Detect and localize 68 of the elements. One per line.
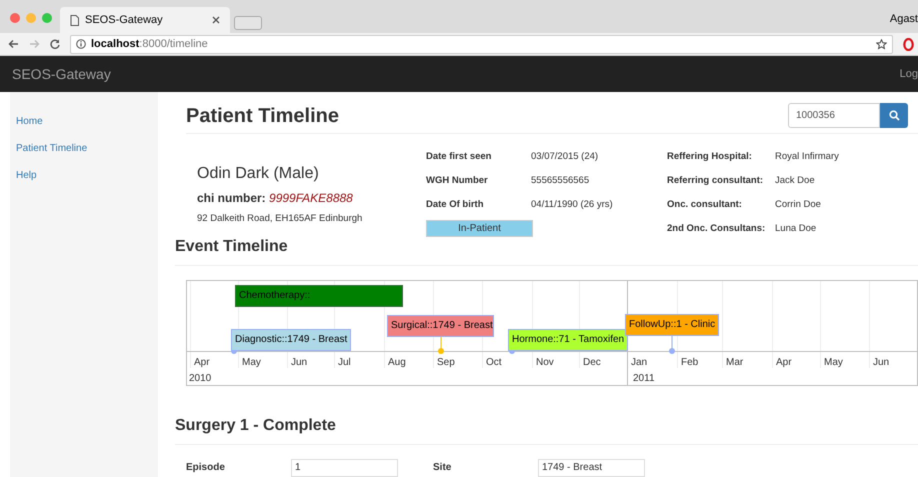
- search-field[interactable]: 1000356: [788, 103, 880, 128]
- month-label: Apr: [776, 356, 792, 370]
- month-label: Dec: [583, 356, 601, 370]
- referral-value: Corrin Doe: [775, 198, 821, 212]
- referral-label: Referring consultant:: [667, 174, 764, 188]
- address-field[interactable]: localhost:8000/timeline: [70, 34, 893, 54]
- patient-address: 92 Dalkeith Road, EH165AF Edinburgh: [197, 212, 364, 226]
- reload-icon[interactable]: [50, 39, 60, 49]
- detail-label: Date Of birth: [426, 198, 485, 212]
- referral-label: Reffering Hospital:: [667, 150, 753, 164]
- event-item[interactable]: Diagnostic::1749 - Breast: [231, 328, 351, 351]
- detail-label: Date first seen: [426, 150, 492, 164]
- referral-label: 2nd Onc. Consultans:: [667, 222, 766, 236]
- browser-tab[interactable]: SEOS-Gateway: [60, 7, 230, 33]
- field-label: Site: [433, 461, 452, 476]
- event-marker: [668, 334, 676, 355]
- bookmark-star-icon[interactable]: [876, 38, 887, 50]
- detail-label: WGH Number: [426, 174, 489, 188]
- sidebar-link[interactable]: Home: [16, 114, 43, 129]
- chi-number: chi number: 9999FAKE8888: [197, 190, 354, 208]
- month-label: Oct: [486, 356, 502, 370]
- opera-icon[interactable]: [903, 38, 914, 50]
- year-label: 2010: [189, 372, 212, 385]
- page-icon: [70, 14, 79, 26]
- sidebar-link[interactable]: Help: [16, 168, 37, 183]
- event-item[interactable]: Hormone::71 - Tamoxifen: [508, 328, 628, 351]
- url-text: localhost:8000/timeline: [91, 36, 208, 52]
- month-label: Aug: [388, 356, 406, 370]
- referral-value: Jack Doe: [775, 174, 815, 188]
- input-field[interactable]: 1749 - Breast: [538, 458, 645, 477]
- referral-value: Royal Infirmary: [775, 150, 839, 164]
- detail-value: 55565556565: [531, 174, 590, 188]
- search-icon: [888, 110, 900, 122]
- brand-link[interactable]: SEOS-Gateway: [12, 64, 111, 84]
- event-item[interactable]: Surgical::1749 - Breast: [387, 314, 494, 337]
- month-label: Jun: [291, 356, 308, 370]
- section-heading: Event Timeline: [175, 234, 918, 266]
- event-item[interactable]: Chemotherapy::: [235, 284, 403, 307]
- field-label: Episode: [186, 461, 226, 476]
- detail-value: 03/07/2015 (24): [531, 150, 598, 164]
- search-button[interactable]: [880, 103, 908, 128]
- referral-value: Luna Doe: [775, 222, 816, 236]
- back-arrow-icon[interactable]: [8, 39, 19, 49]
- event-item[interactable]: FollowUp::1 - Clinic: [625, 314, 719, 336]
- month-label: Nov: [536, 356, 554, 370]
- close-tab-icon[interactable]: [212, 16, 220, 24]
- sidebar-link[interactable]: Patient Timeline: [16, 141, 88, 156]
- month-label: May: [824, 356, 843, 370]
- month-label: Apr: [194, 356, 210, 370]
- event-marker: [437, 336, 445, 355]
- info-icon[interactable]: [76, 39, 86, 49]
- year-label: 2011: [633, 372, 655, 385]
- referral-label: Onc. consultant:: [667, 198, 743, 212]
- month-label: Jan: [631, 356, 648, 370]
- detail-value: 04/11/1990 (26 yrs): [531, 198, 613, 212]
- month-label: Mar: [726, 356, 744, 370]
- month-label: Jun: [873, 356, 890, 370]
- status-badge: In-Patient: [426, 220, 533, 238]
- patient-name: Odin Dark (Male): [197, 164, 320, 184]
- month-label: Feb: [681, 356, 698, 370]
- page-title: Patient Timeline: [186, 104, 340, 129]
- section-heading: Surgery 1 - Complete: [175, 414, 918, 445]
- input-field[interactable]: 1: [291, 458, 398, 477]
- month-label: May: [242, 356, 261, 370]
- login-link[interactable]: Log: [900, 66, 918, 82]
- month-label: Jul: [338, 356, 351, 370]
- month-label: Sep: [437, 356, 455, 370]
- profile-name[interactable]: Agast: [890, 11, 918, 28]
